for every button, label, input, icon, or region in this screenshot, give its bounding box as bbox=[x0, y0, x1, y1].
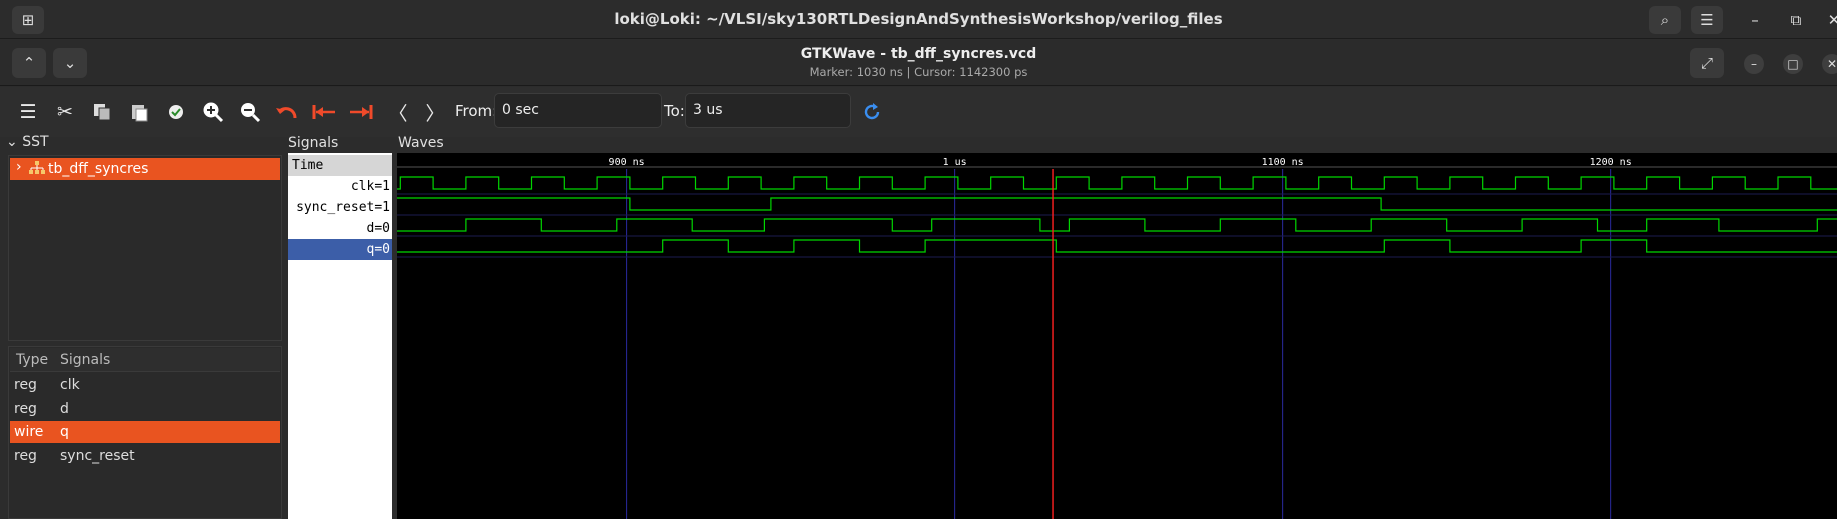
signal-name: d bbox=[60, 401, 69, 417]
signal-type: wire bbox=[14, 424, 44, 440]
terminal-title: loki@Loki: ~/VLSI/sky130RTLDesignAndSynt… bbox=[614, 10, 1223, 28]
close-button[interactable]: ✕ bbox=[1822, 54, 1837, 74]
sync-reset-trace bbox=[397, 197, 1837, 211]
cut-icon[interactable]: ✂ bbox=[50, 97, 80, 127]
signals-pane: Time clk=1 sync_reset=1 d=0 q=0 bbox=[288, 153, 392, 519]
signal-row-q[interactable]: wire q bbox=[10, 421, 280, 443]
gtkwave-headerbar: ⌃ ⌄ GTKWave - tb_dff_syncres.vcd Marker:… bbox=[0, 40, 1837, 86]
undo-zoom-icon[interactable] bbox=[272, 97, 302, 127]
zoom-in-icon[interactable] bbox=[198, 97, 228, 127]
window-title: GTKWave - tb_dff_syncres.vcd bbox=[800, 46, 1037, 62]
signal-name: sync_reset bbox=[60, 448, 135, 464]
zoom-to-end-icon[interactable] bbox=[346, 97, 376, 127]
signals-column-header[interactable]: Signals bbox=[60, 352, 110, 368]
tree-item-tb-dff-syncres[interactable]: › tb_dff_syncres bbox=[10, 158, 280, 180]
select-all-icon[interactable] bbox=[161, 97, 191, 127]
from-label: From: bbox=[455, 102, 498, 120]
signal-label-sync-reset[interactable]: sync_reset=1 bbox=[288, 197, 392, 218]
signal-type: reg bbox=[14, 448, 37, 464]
close-icon[interactable]: ✕ bbox=[1818, 6, 1837, 34]
signal-row-sync-reset[interactable]: reg sync_reset bbox=[10, 445, 280, 467]
time-ruler-label: 1 us bbox=[943, 157, 967, 168]
to-label: To: bbox=[664, 102, 685, 120]
waveform-canvas[interactable]: 900 ns 1 us 1100 ns 1200 ns bbox=[397, 153, 1837, 519]
fullscreen-button[interactable]: ⤢ bbox=[1690, 48, 1724, 78]
signal-type: reg bbox=[14, 377, 37, 393]
to-time-input[interactable]: 3 us bbox=[685, 93, 851, 128]
d-trace bbox=[397, 218, 1837, 232]
signal-label-q[interactable]: q=0 bbox=[288, 239, 392, 260]
zoom-out-icon[interactable] bbox=[235, 97, 265, 127]
hamburger-menu-icon[interactable]: ☰ bbox=[13, 97, 43, 127]
from-time-input[interactable]: 0 sec bbox=[494, 93, 662, 128]
time-ruler-label: 1100 ns bbox=[1262, 157, 1304, 168]
paste-icon[interactable] bbox=[124, 97, 154, 127]
find-prev-edge-icon[interactable]: 〈 bbox=[383, 97, 413, 127]
waves-pane[interactable]: 900 ns 1 us 1100 ns 1200 ns bbox=[397, 153, 1837, 519]
time-ruler-label: 900 ns bbox=[609, 157, 645, 168]
sst-tree-panel bbox=[8, 155, 282, 341]
time-row-label: Time bbox=[288, 155, 392, 176]
marker-cursor-status: Marker: 1030 ns | Cursor: 1142300 ps bbox=[809, 65, 1028, 79]
copy-icon[interactable] bbox=[87, 97, 117, 127]
sst-header[interactable]: ⌄ SST bbox=[6, 134, 49, 150]
signal-row-clk[interactable]: reg clk bbox=[10, 374, 280, 396]
hierarchy-icon bbox=[29, 161, 45, 179]
signals-list-header: Type Signals bbox=[10, 348, 280, 372]
restore-icon[interactable]: ⧉ bbox=[1780, 6, 1812, 34]
signal-label-d[interactable]: d=0 bbox=[288, 218, 392, 239]
signal-label-clk[interactable]: clk=1 bbox=[288, 176, 392, 197]
time-ruler-label: 1200 ns bbox=[1590, 157, 1632, 168]
tree-item-label: tb_dff_syncres bbox=[48, 161, 149, 177]
clk-trace bbox=[397, 176, 1837, 190]
signal-type: reg bbox=[14, 401, 37, 417]
signal-name: q bbox=[60, 424, 69, 440]
search-icon[interactable]: ⌕ bbox=[1649, 6, 1681, 34]
minimize-button[interactable]: – bbox=[1744, 54, 1764, 74]
signal-name: clk bbox=[60, 377, 80, 393]
signals-pane-header: Signals bbox=[288, 135, 339, 151]
reload-icon[interactable] bbox=[857, 97, 887, 127]
menu-icon[interactable]: ☰ bbox=[1691, 6, 1723, 34]
type-column-header[interactable]: Type bbox=[16, 352, 48, 368]
minimize-icon[interactable]: – bbox=[1739, 6, 1771, 34]
maximize-button[interactable]: □ bbox=[1783, 54, 1803, 74]
find-next-edge-icon[interactable]: 〉 bbox=[420, 97, 450, 127]
terminal-titlebar: ⊞ loki@Loki: ~/VLSI/sky130RTLDesignAndSy… bbox=[0, 0, 1837, 39]
waves-pane-header: Waves bbox=[398, 135, 444, 151]
chevron-down-icon: ⌄ bbox=[6, 134, 18, 150]
sst-header-label: SST bbox=[22, 134, 49, 150]
q-trace bbox=[397, 239, 1837, 253]
signal-row-d[interactable]: reg d bbox=[10, 398, 280, 420]
toolbar: ☰ ✂ 〈 〉 From: 0 sec To: 3 us bbox=[0, 87, 1837, 137]
chevron-right-icon[interactable]: › bbox=[16, 159, 22, 175]
zoom-to-start-icon[interactable] bbox=[309, 97, 339, 127]
